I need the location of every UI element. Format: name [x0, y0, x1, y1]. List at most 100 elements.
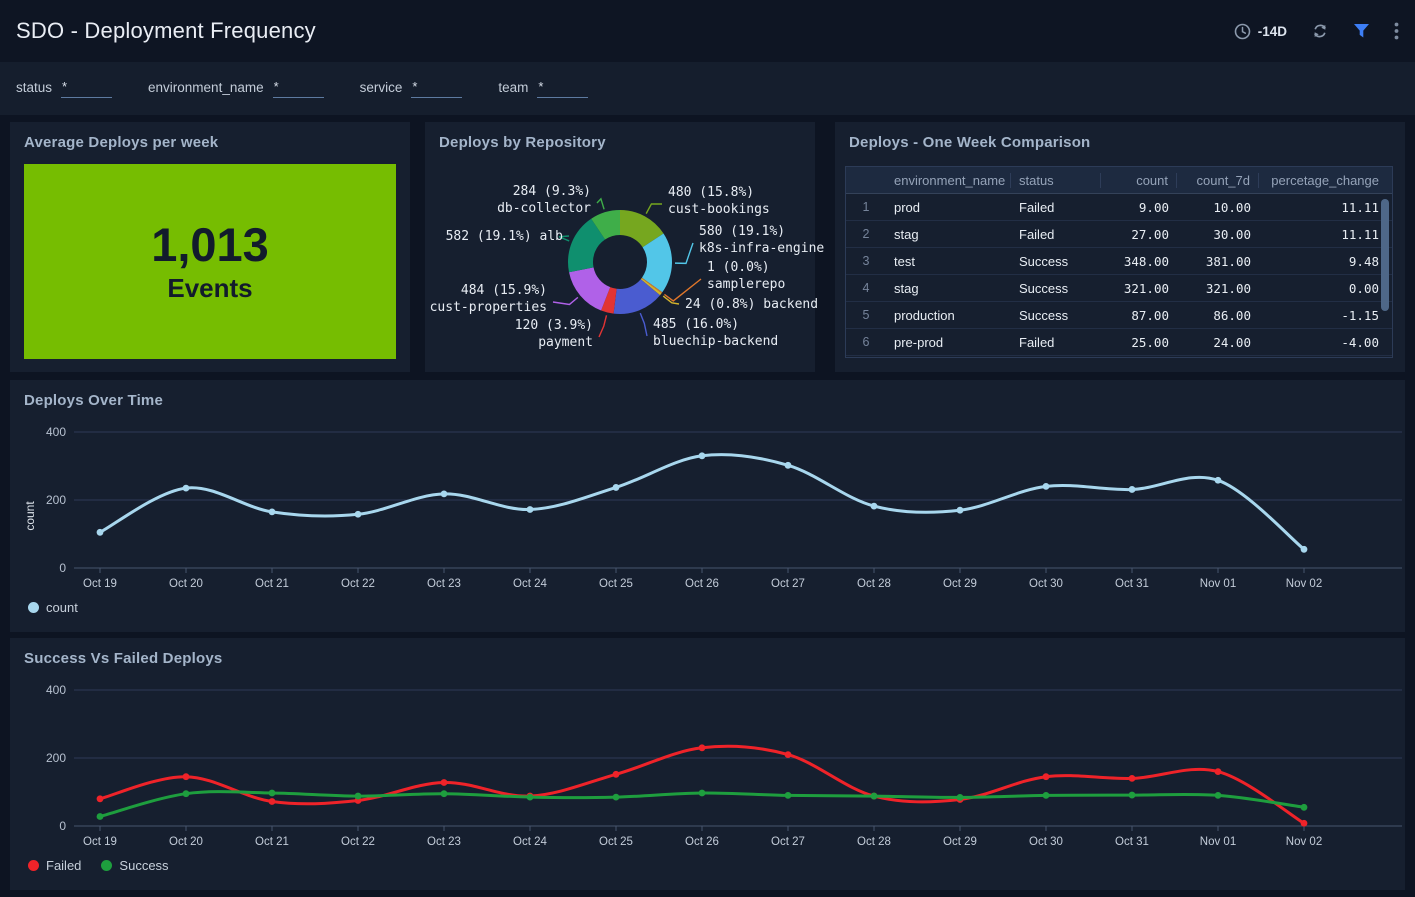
pie-label-cust-properties: cust-properties [430, 300, 547, 315]
refresh-button[interactable] [1311, 22, 1329, 40]
data-point-count[interactable] [871, 503, 878, 510]
data-point-Success[interactable] [871, 793, 878, 800]
table-header-percetage_change[interactable]: percetage_change [1259, 173, 1387, 188]
legend-label: Success [119, 858, 168, 873]
data-point-count[interactable] [1043, 483, 1050, 490]
filter-button[interactable] [1353, 23, 1370, 39]
data-point-Success[interactable] [527, 794, 534, 801]
data-point-count[interactable] [957, 507, 964, 514]
stat-value: 1,013 [151, 219, 269, 271]
success-vs-failed-chart[interactable]: 0200400Oct 19Oct 20Oct 21Oct 22Oct 23Oct… [10, 674, 1405, 860]
data-point-Success[interactable] [441, 790, 448, 797]
data-point-count[interactable] [97, 529, 104, 536]
data-point-Failed[interactable] [1129, 775, 1136, 782]
data-point-Success[interactable] [1301, 804, 1308, 811]
data-point-count[interactable] [1215, 477, 1222, 484]
data-point-count[interactable] [613, 484, 620, 491]
refresh-icon [1311, 22, 1329, 40]
data-point-Success[interactable] [699, 790, 706, 797]
pie-label-cust-bookings: cust-bookings [668, 202, 770, 217]
data-point-Success[interactable] [957, 794, 964, 801]
data-point-Failed[interactable] [97, 795, 104, 802]
data-point-Success[interactable] [1043, 792, 1050, 799]
table-row[interactable]: 3testSuccess348.00381.009.48 [846, 248, 1392, 275]
data-point-Failed[interactable] [785, 751, 792, 758]
table-cell: 9.48 [1259, 254, 1387, 269]
filter-input-service[interactable] [411, 79, 462, 98]
x-tick-label: Nov 01 [1200, 578, 1236, 590]
legend-item-Success[interactable]: Success [101, 858, 168, 873]
y-tick-label: 200 [46, 493, 66, 507]
data-point-count[interactable] [527, 506, 534, 513]
x-tick-label: Nov 02 [1286, 578, 1322, 590]
data-point-Success[interactable] [183, 790, 190, 797]
data-point-Success[interactable] [97, 813, 104, 820]
legend-item-count[interactable]: count [28, 600, 78, 615]
series-line-count [100, 455, 1304, 550]
pie-label-samplerepo: 1 (0.0%) [707, 260, 770, 275]
data-point-Success[interactable] [613, 794, 620, 801]
table-cell: -4.00 [1259, 335, 1387, 350]
pie-leader-cust-properties [553, 297, 578, 304]
data-point-count[interactable] [441, 490, 448, 497]
table-cell: 25.00 [1101, 335, 1177, 350]
data-point-count[interactable] [785, 462, 792, 469]
comparison-table: environment_namestatuscountcount_7dperce… [845, 166, 1393, 358]
data-point-Failed[interactable] [269, 798, 276, 805]
data-point-Failed[interactable] [441, 779, 448, 786]
data-point-count[interactable] [269, 509, 276, 516]
repository-donut-chart[interactable]: 480 (15.8%)cust-bookings580 (19.1%)k8s-i… [425, 158, 815, 372]
table-row[interactable]: 5productionSuccess87.0086.00-1.15 [846, 302, 1392, 329]
filter-bar: statusenvironment_nameserviceteam [0, 62, 1415, 115]
kebab-menu-icon [1394, 22, 1399, 40]
more-options-button[interactable] [1394, 22, 1399, 40]
time-range-control[interactable]: -14D [1234, 23, 1287, 40]
table-row[interactable]: 4stagSuccess321.00321.000.00 [846, 275, 1392, 302]
y-tick-label: 200 [46, 751, 66, 765]
data-point-Failed[interactable] [699, 744, 706, 751]
table-row[interactable]: 2stagFailed27.0030.0011.11 [846, 221, 1392, 248]
data-point-Failed[interactable] [183, 773, 190, 780]
table-scrollbar[interactable] [1381, 199, 1389, 311]
x-tick-label: Oct 19 [83, 836, 117, 848]
filter-input-status[interactable] [61, 79, 112, 98]
table-header-count_7d[interactable]: count_7d [1177, 173, 1259, 188]
data-point-Success[interactable] [1129, 792, 1136, 799]
table-row[interactable]: 6pre-prodFailed25.0024.00-4.00 [846, 329, 1392, 356]
deploys-over-time-chart[interactable]: 0200400countOct 19Oct 20Oct 21Oct 22Oct … [10, 416, 1405, 602]
data-point-Success[interactable] [1215, 792, 1222, 799]
table-header-status[interactable]: status [1011, 173, 1101, 188]
data-point-count[interactable] [1129, 486, 1136, 493]
legend-item-Failed[interactable]: Failed [28, 858, 81, 873]
data-point-Failed[interactable] [613, 771, 620, 778]
data-point-count[interactable] [699, 452, 706, 459]
x-tick-label: Oct 29 [943, 578, 977, 590]
pie-label-payment: 120 (3.9%) [515, 318, 593, 333]
x-tick-label: Nov 02 [1286, 836, 1322, 848]
data-point-Success[interactable] [785, 792, 792, 799]
data-point-Failed[interactable] [1043, 773, 1050, 780]
table-cell: 6 [846, 335, 886, 349]
table-header-count[interactable]: count [1101, 173, 1177, 188]
data-point-Success[interactable] [269, 790, 276, 797]
data-point-count[interactable] [355, 511, 362, 518]
panel-title: Deploys Over Time [10, 380, 1405, 409]
data-point-count[interactable] [183, 485, 190, 492]
table-cell: 0.00 [1259, 281, 1387, 296]
data-point-count[interactable] [1301, 546, 1308, 553]
table-cell: 30.00 [1177, 227, 1259, 242]
table-cell: 5 [846, 308, 886, 322]
table-header-environment_name[interactable]: environment_name [886, 173, 1011, 188]
panel-deploys-by-repository: Deploys by Repository 480 (15.8%)cust-bo… [425, 122, 815, 372]
x-tick-label: Oct 27 [771, 578, 805, 590]
pie-label-payment: payment [538, 335, 593, 350]
filter-input-environment_name[interactable] [273, 79, 324, 98]
data-point-Success[interactable] [355, 793, 362, 800]
data-point-Failed[interactable] [1301, 820, 1308, 827]
table-row[interactable]: 1prodFailed9.0010.0011.11 [846, 194, 1392, 221]
filter-input-team[interactable] [537, 79, 588, 98]
table-cell: 24.00 [1177, 335, 1259, 350]
pie-label-samplerepo: samplerepo [707, 277, 785, 292]
data-point-Failed[interactable] [1215, 768, 1222, 775]
stat-unit: Events [167, 273, 252, 304]
